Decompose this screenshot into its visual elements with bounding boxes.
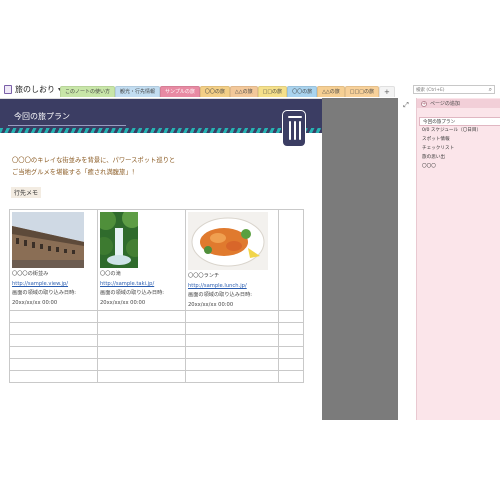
page-list-item[interactable]: 今回の旅プラン <box>419 117 500 126</box>
tab-section-8[interactable]: △△の旅 <box>317 86 345 97</box>
spot-link[interactable]: http://sample.view.jp/ <box>12 280 97 290</box>
table-cell[interactable]: 〇〇〇の街並み http://sample.view.jp/ 画面の領域の取り込… <box>9 208 98 312</box>
table-cell[interactable]: 〇〇〇ランチ http://sample.lunch.jp/ 画面の領域の取り込… <box>185 208 279 312</box>
tab-section-7[interactable]: 〇〇の旅 <box>287 86 318 97</box>
clip-note: 画面の領域の取り込み日時: <box>188 292 252 299</box>
spot-info: 〇〇〇ランチ http://sample.lunch.jp/ 画面の領域の取り込… <box>186 272 278 310</box>
table-cell[interactable] <box>97 322 186 336</box>
table-cell[interactable]: 〇〇の滝 http://sample.taki.jp/ 画面の領域の取り込み日時… <box>95 208 186 312</box>
page-list-panel: + ページの追加 今回の旅プラン 0/0 スケジュール（〇日目） スポット情報 … <box>416 98 500 420</box>
spot-name: 〇〇の滝 <box>100 271 121 277</box>
notebook-title: 旅のしおり <box>15 84 55 94</box>
table-cell[interactable] <box>278 208 304 312</box>
table-cell[interactable] <box>278 346 304 360</box>
trash-can-icon <box>282 110 306 147</box>
spot-info: 〇〇の滝 http://sample.taki.jp/ 画面の領域の取り込み日時… <box>98 270 185 308</box>
table-cell[interactable] <box>97 358 186 372</box>
table-cell[interactable] <box>97 310 186 324</box>
page-list-item[interactable]: 旅の思い出 <box>419 153 500 162</box>
page-margin-area <box>322 98 398 420</box>
table-row <box>9 346 304 360</box>
table-row <box>9 334 304 348</box>
table-cell[interactable] <box>97 346 186 360</box>
section-tabs: このノートの使い方 観光・行先情報 サンプルの旅 〇〇の旅 △△の旅 □□の旅 … <box>60 86 395 97</box>
spot-link[interactable]: http://sample.taki.jp/ <box>100 280 185 290</box>
add-page-button[interactable]: + ページの追加 <box>417 99 500 108</box>
street-photo <box>12 212 84 268</box>
table-cell[interactable] <box>185 334 279 348</box>
search-placeholder: 検索 (Ctrl+E) <box>416 87 445 93</box>
table-cell[interactable] <box>9 370 98 384</box>
table-row <box>9 322 304 336</box>
memo-heading[interactable]: 行先メモ <box>11 187 42 198</box>
table-cell[interactable] <box>278 358 304 372</box>
add-page-label: ページの追加 <box>430 101 460 107</box>
clip-note: 画面の領域の取り込み日時: <box>12 290 76 297</box>
tab-section-2[interactable]: 観光・行先情報 <box>115 86 161 97</box>
expand-icon[interactable]: ⤢ <box>400 100 412 110</box>
table-cell[interactable] <box>185 358 279 372</box>
table-cell[interactable] <box>9 310 98 324</box>
lunch-photo <box>188 212 268 270</box>
page-list-item[interactable]: スポット情報 <box>419 135 500 144</box>
page-list-item[interactable]: チェックリスト <box>419 144 500 153</box>
table-cell[interactable] <box>278 334 304 348</box>
banner-stripe <box>0 128 322 133</box>
add-page-plus-icon: + <box>421 100 427 107</box>
page-canvas[interactable]: 今回の旅プラン 〇〇〇のキレイな街並みを背景に、パワースポット巡りと ご当地グル… <box>0 98 322 420</box>
title-underline <box>8 125 126 126</box>
spot-name: 〇〇〇の街並み <box>12 271 49 277</box>
table-row <box>9 310 304 324</box>
table-row <box>9 370 304 384</box>
table-cell[interactable] <box>185 322 279 336</box>
waterfall-photo <box>95 208 144 268</box>
spot-name: 〇〇〇ランチ <box>188 273 220 279</box>
table-cell[interactable] <box>185 370 279 384</box>
top-bar: 旅のしおり ▾ このノートの使い方 観光・行先情報 サンプルの旅 〇〇の旅 △△… <box>0 80 500 98</box>
clip-date: 20xx/xx/xx 00:00 <box>188 301 234 308</box>
page-title[interactable]: 今回の旅プラン <box>14 111 70 122</box>
search-input[interactable]: 検索 (Ctrl+E) ⌕ <box>413 85 495 94</box>
spot-info: 〇〇〇の街並み http://sample.view.jp/ 画面の領域の取り込… <box>10 270 97 308</box>
notebook-icon <box>4 84 12 94</box>
tab-section-6[interactable]: □□の旅 <box>257 86 288 97</box>
clip-date: 20xx/xx/xx 00:00 <box>100 299 146 306</box>
table-cell[interactable] <box>185 346 279 360</box>
table-row <box>9 358 304 372</box>
table-cell[interactable] <box>9 334 98 348</box>
intro-line-2: ご当地グルメを堪能する「癒され満腹旅」！ <box>12 169 138 176</box>
intro-line-1: 〇〇〇のキレイな街並みを背景に、パワースポット巡りと <box>12 157 176 164</box>
page-list-item[interactable]: 0/0 スケジュール（〇日目） <box>419 126 500 135</box>
table-cell[interactable] <box>9 346 98 360</box>
tab-section-9[interactable]: □□□の旅 <box>344 86 379 97</box>
destination-table[interactable]: 〇〇〇の街並み http://sample.view.jp/ 画面の領域の取り込… <box>9 208 304 384</box>
notebook-switcher[interactable]: 旅のしおり ▾ <box>4 84 61 94</box>
clip-date: 20xx/xx/xx 00:00 <box>12 299 58 306</box>
magnifier-icon[interactable]: ⌕ <box>489 86 492 94</box>
table-cell[interactable] <box>9 322 98 336</box>
table-cell[interactable] <box>278 370 304 384</box>
tab-section-5[interactable]: △△の旅 <box>229 86 258 97</box>
spot-link[interactable]: http://sample.lunch.jp/ <box>188 282 278 292</box>
table-cell[interactable] <box>278 310 304 324</box>
tab-section-1[interactable]: このノートの使い方 <box>60 86 116 97</box>
intro-text[interactable]: 〇〇〇のキレイな街並みを背景に、パワースポット巡りと ご当地グルメを堪能する「癒… <box>12 155 175 179</box>
add-section-button[interactable]: + <box>378 86 395 97</box>
tab-section-3[interactable]: サンプルの旅 <box>160 86 200 97</box>
table-row: 〇〇〇の街並み http://sample.view.jp/ 画面の領域の取り込… <box>9 208 304 312</box>
clip-note: 画面の領域の取り込み日時: <box>100 290 164 297</box>
table-cell[interactable] <box>97 370 186 384</box>
table-cell[interactable] <box>185 310 279 324</box>
table-cell[interactable] <box>9 358 98 372</box>
table-cell[interactable] <box>278 322 304 336</box>
table-cell[interactable] <box>97 334 186 348</box>
page-list-item[interactable]: 〇〇〇 <box>419 162 500 171</box>
tab-section-4[interactable]: 〇〇の旅 <box>199 86 230 97</box>
